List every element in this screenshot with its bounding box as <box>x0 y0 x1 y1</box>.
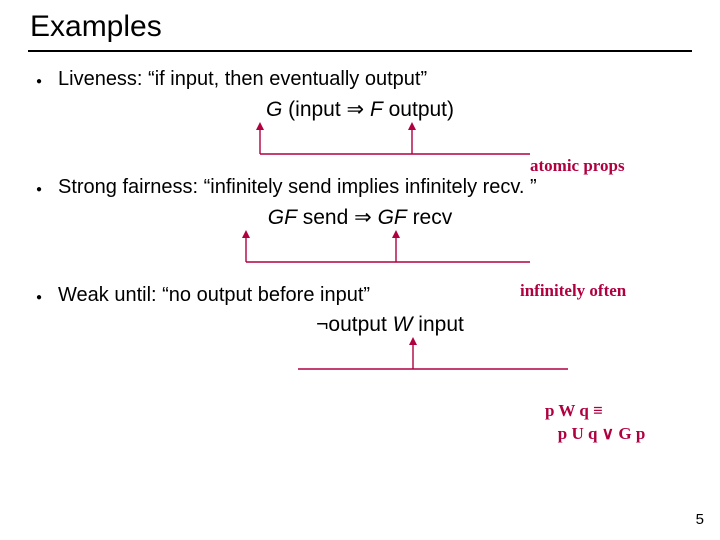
bullet-icon: ● <box>34 75 44 89</box>
diagram-atomic-props <box>180 122 540 156</box>
slide-title: Examples <box>30 10 692 44</box>
bullet-fairness: ● Strong fairness: “infinitely send impl… <box>34 174 692 201</box>
bullet-liveness: ● Liveness: “if input, then eventually o… <box>34 66 692 93</box>
annotation-infinitely-often: infinitely often <box>520 281 626 301</box>
diagram-weak-until <box>268 337 588 371</box>
page-number: 5 <box>696 511 704 528</box>
title-divider <box>28 50 692 52</box>
bullet-text: Liveness: “if input, then eventually out… <box>58 66 692 93</box>
formula-liveness: G (input ⇒ F output) <box>28 97 692 122</box>
annotation-weak-until-def: p W q ≡ p U q ∨ G p <box>545 400 645 446</box>
formula-weak-until: ¬output W input <box>28 313 692 337</box>
diagram-infinitely-often <box>180 230 540 264</box>
formula-fairness: GF send ⇒ GF recv <box>28 205 692 230</box>
bullet-icon: ● <box>34 291 44 305</box>
bullet-icon: ● <box>34 183 44 197</box>
annotation-atomic-props: atomic props <box>530 156 625 176</box>
bullet-text: Strong fairness: “infinitely send implie… <box>58 174 692 201</box>
slide: Examples ● Liveness: “if input, then eve… <box>0 0 720 540</box>
